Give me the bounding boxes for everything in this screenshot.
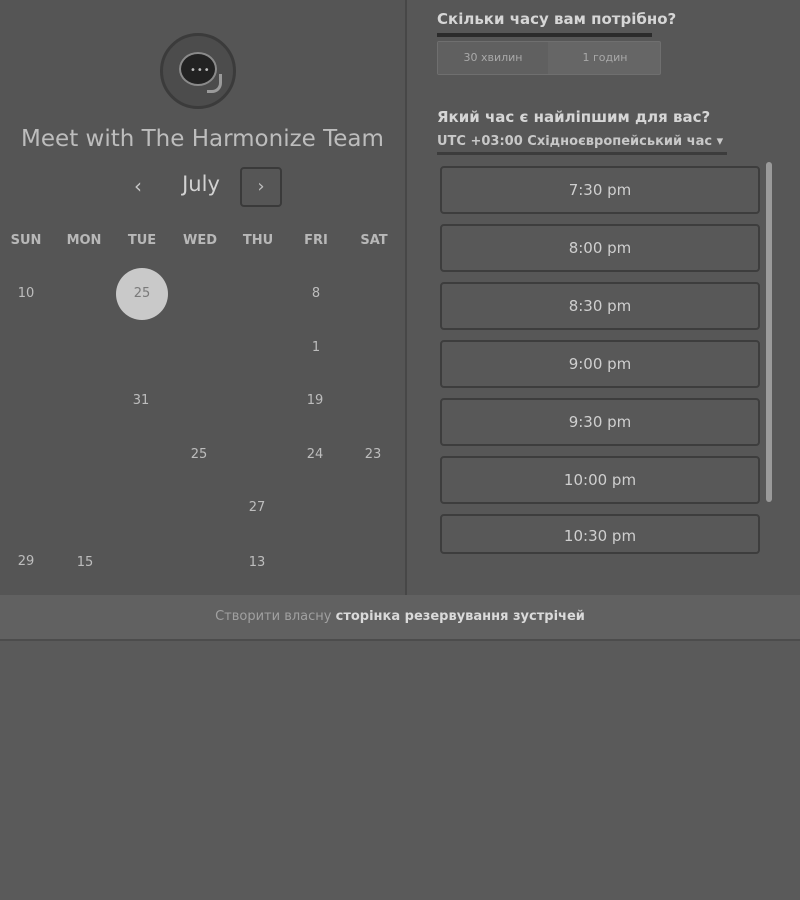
- calendar-day[interactable]: 29: [6, 554, 46, 569]
- prev-month-button[interactable]: ‹: [126, 170, 150, 202]
- calendar-day[interactable]: 24: [295, 447, 335, 462]
- calendar-day-selected[interactable]: 25: [116, 268, 168, 320]
- time-slot-button[interactable]: 8:00 pm: [440, 224, 760, 272]
- duration-question: Скільки часу вам потрібно?: [437, 10, 677, 28]
- weekday-fri: FRI: [304, 233, 328, 248]
- calendar-day[interactable]: 31: [121, 393, 161, 408]
- calendar-day[interactable]: 25: [179, 447, 219, 462]
- calendar-day[interactable]: 10: [6, 286, 46, 301]
- caret-down-icon: ▾: [716, 134, 724, 149]
- time-slot-button[interactable]: 10:30 pm: [440, 514, 760, 554]
- calendar-day[interactable]: 23: [353, 447, 393, 462]
- page-title: Meet with The Harmonize Team: [21, 126, 384, 152]
- time-slot-button[interactable]: 9:00 pm: [440, 340, 760, 388]
- duration-1hour-option[interactable]: 1 годин: [550, 42, 660, 74]
- timezone-select[interactable]: UTC +03:00 Східноєвропейський час ▾: [437, 134, 723, 149]
- calendar-day[interactable]: 27: [237, 500, 277, 515]
- calendar-day[interactable]: 19: [295, 393, 335, 408]
- calendar-panel: ••• Meet with The Harmonize Team ‹ July …: [0, 0, 405, 595]
- next-month-button[interactable]: ›: [240, 167, 282, 207]
- timezone-underline: [437, 152, 727, 155]
- time-slot-button[interactable]: 9:30 pm: [440, 398, 760, 446]
- harmonize-logo: •••: [160, 33, 236, 109]
- time-slots-scrollbar[interactable]: [766, 162, 772, 502]
- duration-toggle: 30 хвилин 1 годин: [437, 41, 661, 75]
- weekday-wed: WED: [182, 233, 217, 248]
- calendar-day[interactable]: 1: [296, 340, 336, 355]
- time-question: Який час є найліпшим для вас?: [437, 108, 711, 126]
- weekday-mon: MON: [66, 233, 102, 248]
- weekday-thu: THU: [242, 233, 274, 248]
- footer-text: Створити власну сторінка резервування зу…: [0, 609, 800, 624]
- month-navigation: ‹ July ›: [0, 166, 405, 208]
- create-booking-page-link[interactable]: сторінка резервування зустрічей: [336, 609, 585, 624]
- calendar-day[interactable]: 15: [65, 555, 105, 570]
- weekday-sat: SAT: [360, 233, 388, 248]
- month-label: July: [182, 172, 220, 196]
- time-slot-button[interactable]: 10:00 pm: [440, 456, 760, 504]
- footer-prefix: Створити власну: [215, 609, 336, 624]
- duration-30min-option[interactable]: 30 хвилин: [438, 42, 548, 74]
- weekday-sun: SUN: [10, 233, 42, 248]
- time-slot-button[interactable]: 8:30 pm: [440, 282, 760, 330]
- weekday-tue: TUE: [127, 233, 157, 248]
- calendar-day[interactable]: 13: [237, 555, 277, 570]
- timezone-label: UTC +03:00 Східноєвропейський час: [437, 134, 713, 149]
- time-slot-button[interactable]: 7:30 pm: [440, 166, 760, 214]
- calendar-day[interactable]: 8: [296, 286, 336, 301]
- duration-underline: [437, 33, 652, 37]
